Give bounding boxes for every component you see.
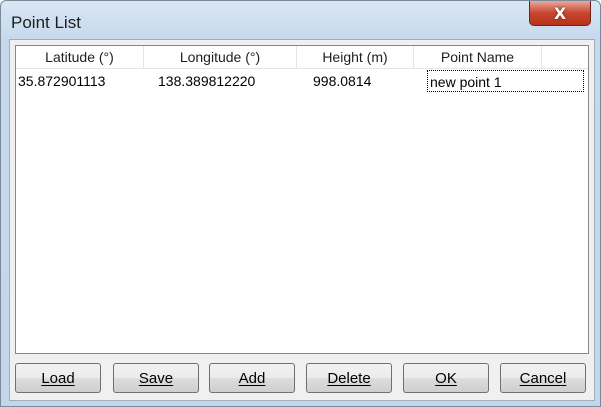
ok-button[interactable]: OK [403,363,489,393]
cell-point-name[interactable]: new point 1 [427,70,584,92]
load-button[interactable]: Load [15,363,101,393]
title-bar[interactable]: Point List X [1,1,600,39]
add-button[interactable]: Add [209,363,295,393]
column-header-height[interactable]: Height (m) [297,46,414,68]
list-header: Latitude (°) Longitude (°) Height (m) Po… [16,46,588,69]
delete-button[interactable]: Delete [306,363,392,393]
close-icon: X [553,3,567,23]
column-header-longitude[interactable]: Longitude (°) [144,46,297,68]
close-button[interactable]: X [529,1,591,26]
cell-height: 998.0814 [313,73,372,89]
cancel-button[interactable]: Cancel [500,363,586,393]
cell-longitude: 138.389812220 [158,73,256,89]
table-row[interactable]: 35.872901113 138.389812220 998.0814 new … [16,70,588,92]
point-list-view[interactable]: Latitude (°) Longitude (°) Height (m) Po… [15,45,589,354]
cell-latitude: 35.872901113 [18,73,106,89]
window-title: Point List [11,13,81,32]
column-header-point-name[interactable]: Point Name [414,46,542,68]
column-header-latitude[interactable]: Latitude (°) [16,46,144,68]
point-list-window: Point List X Latitude (°) Longitude (°) … [0,0,601,407]
dialog-client-area: Latitude (°) Longitude (°) Height (m) Po… [9,39,595,401]
save-button[interactable]: Save [113,363,199,393]
